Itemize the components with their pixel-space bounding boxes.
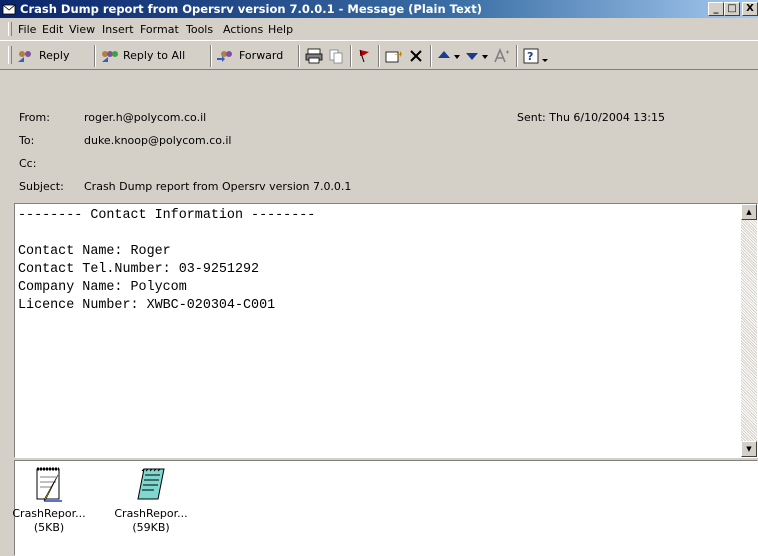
forward-icon [217, 51, 232, 62]
reply-button-label: Reply [39, 49, 70, 62]
next-item-button[interactable] [464, 46, 490, 66]
toolbar-separator [94, 45, 96, 67]
reply-icon [18, 51, 31, 62]
menu-insert[interactable]: Insert [102, 22, 134, 38]
sent-field: Sent: Thu 6/10/2004 13:15 [517, 111, 665, 124]
forward-button-label: Forward [239, 49, 284, 62]
subject-label: Subject: [19, 180, 64, 193]
toolbar-grip-handle[interactable] [8, 46, 12, 64]
flag-icon [359, 49, 369, 63]
title-bar[interactable]: Crash Dump report from Opersrv version 7… [0, 0, 758, 18]
help-button[interactable]: ? [523, 46, 551, 66]
maximize-button[interactable]: □ [724, 2, 740, 16]
text-document-icon [137, 468, 165, 500]
copy-button[interactable] [328, 46, 344, 66]
reply-all-button[interactable]: Reply to All [100, 46, 185, 66]
up-arrow-icon [438, 51, 460, 59]
menu-view[interactable]: View [69, 22, 95, 38]
menu-help[interactable]: Help [268, 22, 293, 38]
toolbar-separator [378, 45, 380, 67]
toolbar-separator [430, 45, 432, 67]
menu-format[interactable]: Format [140, 22, 179, 38]
menu-tools[interactable]: Tools [186, 22, 213, 38]
subject-value: Crash Dump report from Opersrv version 7… [84, 180, 352, 193]
toolbar-separator [210, 45, 212, 67]
help-question-icon: ? [523, 48, 548, 64]
attachment-size: (5KB) [33, 521, 65, 534]
message-body-text: -------- Contact Information -------- Co… [18, 208, 316, 313]
down-arrow-icon [466, 53, 488, 60]
envelope-icon [2, 4, 16, 15]
attachment-item[interactable]: CrashRepor... (59KB) [111, 461, 191, 535]
attachment-name: CrashRepor... [12, 507, 86, 520]
vertical-scrollbar[interactable]: ▲ ▼ [741, 204, 757, 457]
menu-edit[interactable]: Edit [42, 22, 63, 38]
attachments-pane: CrashRepor... (5KB) CrashRepor... (59KB) [12, 460, 758, 556]
scroll-up-button[interactable]: ▲ [741, 204, 757, 220]
sent-value: Thu 6/10/2004 13:15 [549, 111, 666, 124]
attachment-name: CrashRepor... [114, 507, 188, 520]
from-label: From: [19, 111, 50, 124]
to-value[interactable]: duke.knoop@polycom.co.il [84, 134, 231, 147]
move-to-folder-button[interactable] [385, 46, 403, 66]
font-grow-icon [494, 48, 509, 63]
printer-icon [305, 48, 323, 64]
move-to-folder-icon [385, 51, 402, 63]
delete-x-icon [410, 50, 422, 62]
follow-up-flag-button[interactable] [357, 46, 371, 66]
delete-button[interactable] [408, 46, 424, 66]
notepad-icon [36, 467, 62, 502]
reply-all-icon [102, 51, 118, 62]
svg-text:?: ? [527, 50, 533, 63]
message-body[interactable]: -------- Contact Information -------- Co… [14, 203, 758, 458]
minimize-button[interactable]: _ [708, 2, 724, 16]
attachment-size: (59KB) [132, 521, 170, 534]
copy-icon [329, 49, 343, 64]
cc-label: Cc: [19, 157, 37, 170]
font-size-button[interactable] [492, 46, 512, 66]
window-title: Crash Dump report from Opersrv version 7… [20, 2, 482, 16]
forward-button[interactable]: Forward [216, 46, 283, 66]
print-button[interactable] [305, 46, 323, 66]
previous-item-button[interactable] [436, 46, 462, 66]
toolbar-separator [298, 45, 300, 67]
reply-button[interactable]: Reply [16, 46, 69, 66]
menu-grip-handle[interactable] [8, 22, 12, 36]
toolbar-separator [516, 45, 518, 67]
from-value[interactable]: roger.h@polycom.co.il [84, 111, 206, 124]
sent-label: Sent: [517, 111, 546, 124]
close-button[interactable]: X [742, 2, 758, 16]
menu-file[interactable]: File [18, 22, 36, 38]
scroll-down-button[interactable]: ▼ [741, 441, 757, 457]
reply-all-button-label: Reply to All [123, 49, 186, 62]
toolbar-separator [350, 45, 352, 67]
menu-actions[interactable]: Actions [223, 22, 263, 38]
to-label: To: [19, 134, 35, 147]
attachment-item[interactable]: CrashRepor... (5KB) [9, 461, 89, 535]
